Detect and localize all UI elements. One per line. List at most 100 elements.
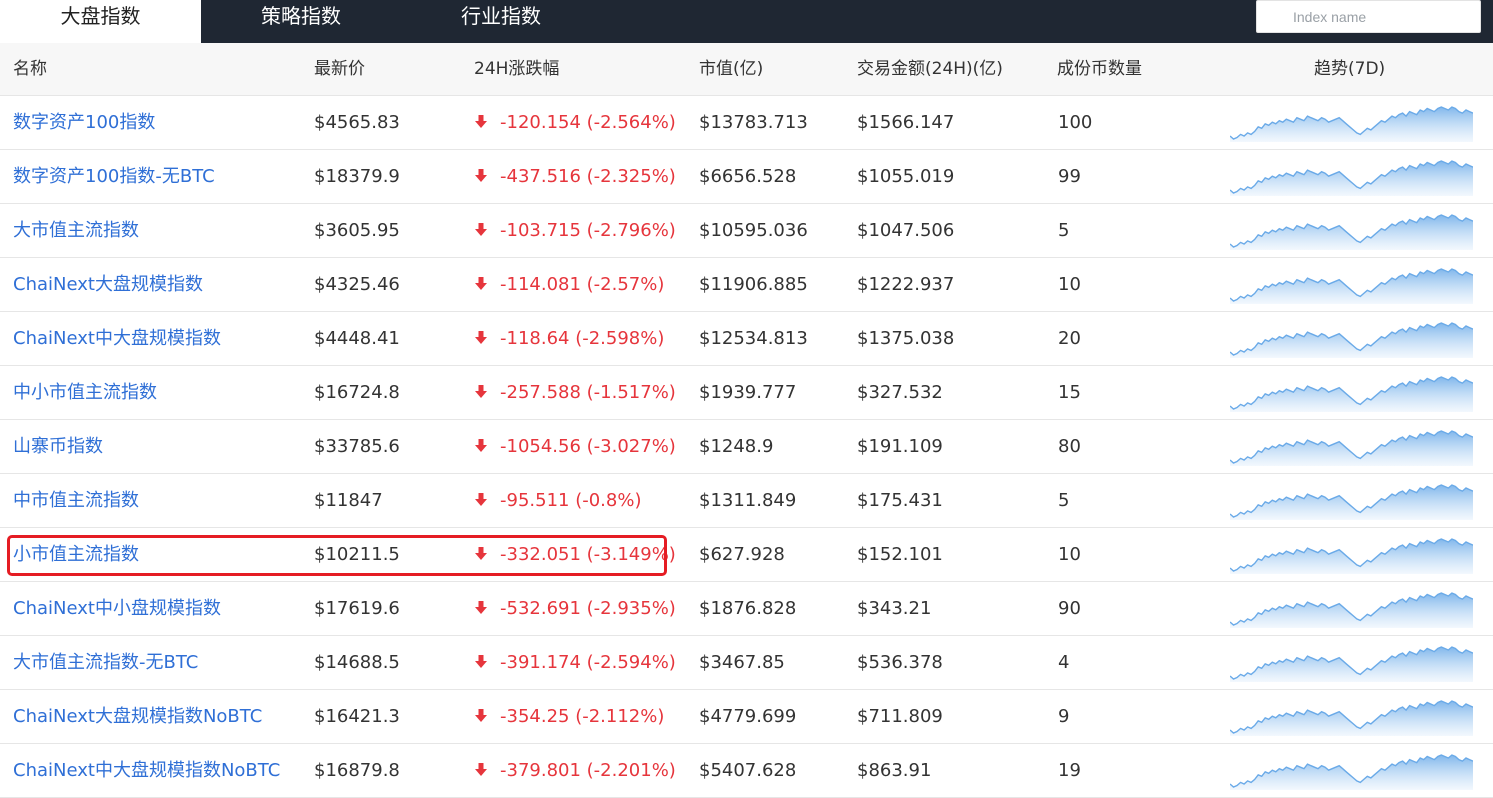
column-header-price[interactable]: 最新价 [314, 43, 365, 95]
table-row: 大市值主流指数 $3605.95 -103.715 (-2.796%) $10595.… [0, 204, 1493, 258]
trade-volume-24h: $175.431 [857, 490, 943, 511]
change-24h: -437.516 (-2.325%) [500, 166, 676, 187]
market-cap: $3467.85 [699, 652, 785, 673]
latest-price: $33785.6 [314, 436, 400, 457]
trade-volume-24h: $327.532 [857, 382, 943, 403]
search-box [1256, 0, 1481, 33]
column-header-constituents[interactable]: 成份币数量 [1057, 43, 1142, 95]
table-row: ChaiNext大盘规模指数NoBTC $16421.3 -354.25 (-2.1… [0, 690, 1493, 744]
trend-sparkline [1229, 158, 1474, 196]
latest-price: $16879.8 [314, 760, 400, 781]
index-name-link[interactable]: 中市值主流指数 [13, 474, 139, 527]
tab-major-indices[interactable]: 大盘指数 [0, 0, 201, 43]
trade-volume-24h: $191.109 [857, 436, 943, 457]
latest-price: $4448.41 [314, 328, 400, 349]
change-24h: -95.511 (-0.8%) [500, 490, 642, 511]
constituent-count: 100 [1058, 112, 1093, 133]
trade-volume-24h: $1055.019 [857, 166, 955, 187]
market-cap: $1311.849 [699, 490, 797, 511]
change-24h: -257.588 (-1.517%) [500, 382, 676, 403]
trade-volume-24h: $1222.937 [857, 274, 955, 295]
index-name-link[interactable]: 大市值主流指数 [13, 204, 139, 257]
tab-strategy-indices[interactable]: 策略指数 [201, 0, 401, 43]
constituent-count: 5 [1058, 220, 1070, 241]
tab-industry-indices[interactable]: 行业指数 [401, 0, 601, 43]
market-cap: $1939.777 [699, 382, 797, 403]
market-cap: $1248.9 [699, 436, 774, 457]
index-name-link[interactable]: 中小市值主流指数 [13, 366, 157, 419]
trend-sparkline [1229, 374, 1474, 412]
down-arrow-icon [475, 115, 487, 128]
constituent-count: 10 [1058, 274, 1081, 295]
latest-price: $16724.8 [314, 382, 400, 403]
down-arrow-icon [475, 277, 487, 290]
latest-price: $4325.46 [314, 274, 400, 295]
index-name-link[interactable]: ChaiNext中小盘规模指数 [13, 582, 221, 635]
index-name-link[interactable]: ChaiNext中大盘规模指数 [13, 312, 221, 365]
table-row: 中小市值主流指数 $16724.8 -257.588 (-1.517%) $1939.… [0, 366, 1493, 420]
market-cap: $5407.628 [699, 760, 797, 781]
constituent-count: 99 [1058, 166, 1081, 187]
latest-price: $16421.3 [314, 706, 400, 727]
table-row: ChaiNext大盘规模指数 $4325.46 -114.081 (-2.57%) $… [0, 258, 1493, 312]
market-cap: $4779.699 [699, 706, 797, 727]
trend-sparkline [1229, 428, 1474, 466]
market-cap: $13783.713 [699, 112, 808, 133]
column-header-volume[interactable]: 交易金额(24H)(亿) [857, 43, 1003, 95]
latest-price: $10211.5 [314, 544, 400, 565]
trend-sparkline [1229, 590, 1474, 628]
constituent-count: 9 [1058, 706, 1070, 727]
down-arrow-icon [475, 385, 487, 398]
index-name-link[interactable]: ChaiNext大盘规模指数NoBTC [13, 690, 262, 743]
trade-volume-24h: $711.809 [857, 706, 943, 727]
index-name-link[interactable]: ChaiNext大盘规模指数 [13, 258, 203, 311]
trend-sparkline [1229, 104, 1474, 142]
index-name-link[interactable]: 大市值主流指数-无BTC [13, 636, 198, 689]
change-24h: -532.691 (-2.935%) [500, 598, 676, 619]
trade-volume-24h: $152.101 [857, 544, 943, 565]
table-row: 山寨币指数 $33785.6 -1054.56 (-3.027%) $1248.9 $1… [0, 420, 1493, 474]
index-name-link[interactable]: 数字资产100指数 [13, 96, 155, 149]
change-24h: -118.64 (-2.598%) [500, 328, 665, 349]
trend-sparkline [1229, 320, 1474, 358]
change-24h: -354.25 (-2.112%) [500, 706, 665, 727]
index-name-link[interactable]: ChaiNext中大盘规模指数NoBTC [13, 744, 280, 797]
constituent-count: 19 [1058, 760, 1081, 781]
trend-sparkline [1229, 266, 1474, 304]
down-arrow-icon [475, 655, 487, 668]
market-cap: $11906.885 [699, 274, 808, 295]
column-header-change[interactable]: 24H涨跌幅 [474, 43, 559, 95]
latest-price: $17619.6 [314, 598, 400, 619]
down-arrow-icon [475, 547, 487, 560]
down-arrow-icon [475, 601, 487, 614]
index-name-link[interactable]: 山寨币指数 [13, 420, 103, 473]
constituent-count: 80 [1058, 436, 1081, 457]
latest-price: $11847 [314, 490, 383, 511]
market-cap: $10595.036 [699, 220, 808, 241]
down-arrow-icon [475, 763, 487, 776]
constituent-count: 90 [1058, 598, 1081, 619]
search-input[interactable] [1257, 1, 1480, 32]
top-nav-bar: 大盘指数 策略指数 行业指数 [0, 0, 1493, 43]
index-name-link[interactable]: 数字资产100指数-无BTC [13, 150, 215, 203]
table-header: 名称 最新价 24H涨跌幅 市值(亿) 交易金额(24H)(亿) 成份币数量 趋… [0, 43, 1493, 96]
down-arrow-icon [475, 331, 487, 344]
down-arrow-icon [475, 493, 487, 506]
change-24h: -332.051 (-3.149%) [500, 544, 676, 565]
market-cap: $6656.528 [699, 166, 797, 187]
column-header-name[interactable]: 名称 [13, 43, 47, 95]
table-row: ChaiNext中大盘规模指数 $4448.41 -118.64 (-2.598%)… [0, 312, 1493, 366]
change-24h: -379.801 (-2.201%) [500, 760, 676, 781]
table-row: 大市值主流指数-无BTC $14688.5 -391.174 (-2.594%) $3… [0, 636, 1493, 690]
column-header-market-cap[interactable]: 市值(亿) [699, 43, 763, 95]
trade-volume-24h: $1047.506 [857, 220, 955, 241]
trend-sparkline [1229, 752, 1474, 790]
index-name-link[interactable]: 小市值主流指数 [13, 528, 139, 581]
table-row: 中市值主流指数 $11847 -95.511 (-0.8%) $1311.849 $17… [0, 474, 1493, 528]
trade-volume-24h: $1375.038 [857, 328, 955, 349]
change-24h: -114.081 (-2.57%) [500, 274, 665, 295]
trade-volume-24h: $863.91 [857, 760, 932, 781]
latest-price: $14688.5 [314, 652, 400, 673]
latest-price: $4565.83 [314, 112, 400, 133]
trade-volume-24h: $536.378 [857, 652, 943, 673]
